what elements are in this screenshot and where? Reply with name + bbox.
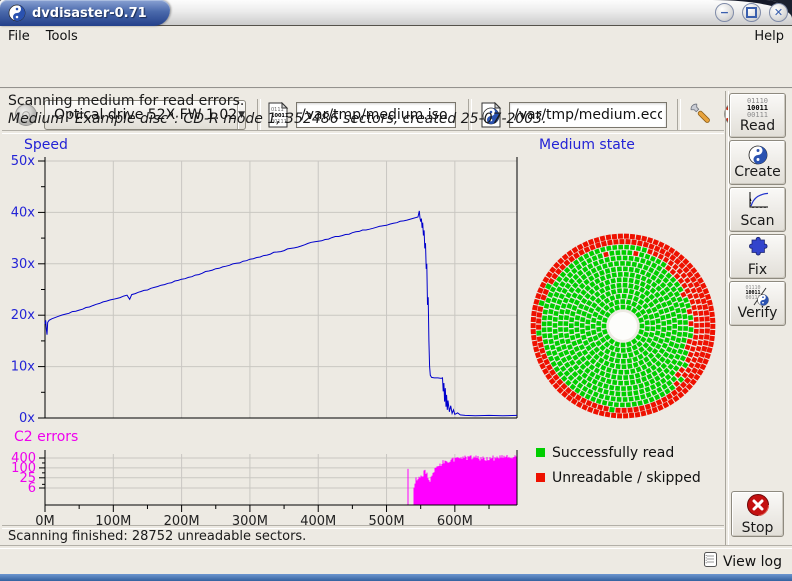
verify-button-label: Verify <box>738 306 778 321</box>
menu-help[interactable]: Help <box>746 27 792 46</box>
medium-state-disc <box>527 230 719 422</box>
legend-bad-label: Unreadable / skipped <box>552 470 701 486</box>
action-status-line: Scanning medium for read errors. <box>8 93 244 109</box>
speed-and-c2-charts: SpeedC2 errors0x10x20x30x40x50x625100400… <box>2 133 526 531</box>
app-logo-yinyang-icon <box>8 4 26 22</box>
medium-state-legend: Successfully read Unreadable / skipped <box>536 440 701 490</box>
maximize-icon <box>746 7 757 18</box>
read-binary-icon: 01110 10011 00111 <box>747 98 768 119</box>
preferences-wrench-icon[interactable] <box>688 101 714 131</box>
view-log-label: View log <box>723 554 782 570</box>
stop-button[interactable]: Stop <box>731 491 784 537</box>
legend-ok-label: Successfully read <box>552 445 674 461</box>
menu-tools[interactable]: Tools <box>38 27 86 46</box>
legend-item-bad: Unreadable / skipped <box>536 465 701 490</box>
window-title: dvdisaster-0.71 <box>32 6 147 21</box>
menubar: File Tools Help <box>0 26 792 47</box>
stop-button-label: Stop <box>742 521 774 536</box>
read-button[interactable]: 01110 10011 00111 Read <box>729 93 786 138</box>
fix-button[interactable]: Fix <box>729 234 786 279</box>
legend-item-ok: Successfully read <box>536 440 701 465</box>
svg-text:40x: 40x <box>11 205 36 220</box>
svg-text:20x: 20x <box>11 308 36 323</box>
toolbar: Optical drive 52X FW 1.02 ▼ 0111 10011 0… <box>0 47 792 89</box>
svg-text:30x: 30x <box>11 257 36 272</box>
create-button-label: Create <box>734 165 781 180</box>
red-swatch-icon <box>536 473 545 482</box>
scan-button[interactable]: Scan <box>729 187 786 232</box>
close-icon: ✕ <box>774 6 783 19</box>
svg-text:0x: 0x <box>19 411 35 426</box>
svg-text:400: 400 <box>11 451 36 466</box>
log-notebook-icon <box>703 551 718 572</box>
maximize-button[interactable] <box>742 3 761 22</box>
app-window: dvdisaster-0.71 − ✕ File Tools Help Opti… <box>0 0 792 581</box>
scan-chart-icon <box>746 190 770 214</box>
titlebar-tab: dvdisaster-0.71 <box>0 0 170 26</box>
green-swatch-icon <box>536 448 545 457</box>
svg-text:Speed: Speed <box>24 137 68 153</box>
verify-button[interactable]: 011101001100111 Verify <box>729 281 786 326</box>
toolbar-separator <box>677 99 681 131</box>
create-button[interactable]: Create <box>729 140 786 185</box>
titlebar: dvdisaster-0.71 − ✕ <box>0 0 792 26</box>
svg-text:10x: 10x <box>11 360 36 375</box>
minimize-button[interactable]: − <box>715 3 734 22</box>
svg-text:50x: 50x <box>11 154 36 169</box>
medium-info-line: Medium "Example disc": CD-R mode 1, 3524… <box>8 111 547 127</box>
verify-compare-icon: 011101001100111 <box>746 286 770 306</box>
fix-button-label: Fix <box>748 263 767 278</box>
read-button-label: Read <box>740 119 775 134</box>
view-log-button[interactable]: View log <box>699 549 786 574</box>
svg-text:C2 errors: C2 errors <box>14 429 78 445</box>
create-yinyang-icon <box>748 145 768 165</box>
fix-puzzle-icon <box>746 235 770 263</box>
menu-file[interactable]: File <box>0 27 38 46</box>
medium-state-title: Medium state <box>539 137 635 153</box>
stop-icon <box>746 493 770 521</box>
bottom-bar: View log <box>0 547 792 574</box>
minimize-icon: − <box>720 6 729 19</box>
close-button[interactable]: ✕ <box>769 3 788 22</box>
scan-result-status: Scanning finished: 28752 unreadable sect… <box>8 529 306 544</box>
scan-button-label: Scan <box>740 214 774 229</box>
window-bottom-edge <box>0 574 792 581</box>
